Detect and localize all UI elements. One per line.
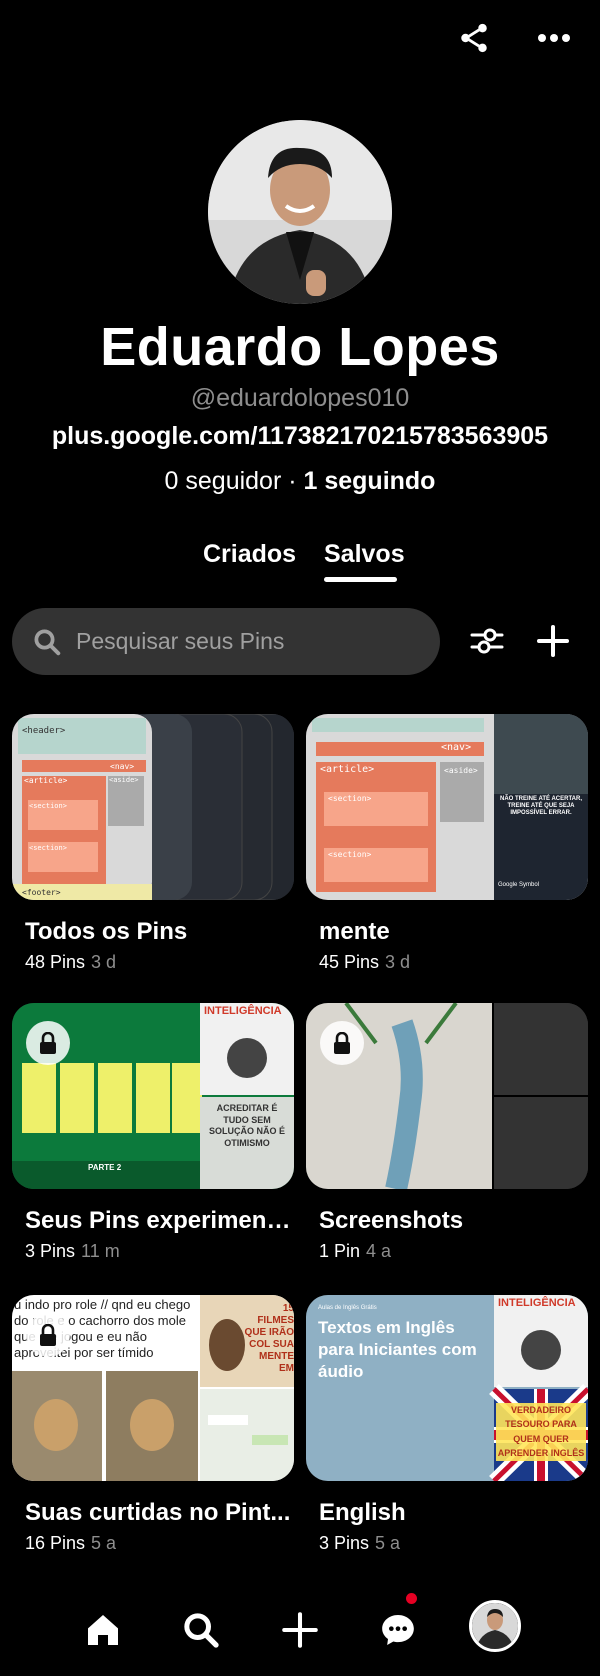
board-screenshots[interactable]: Screenshots 1 Pin 4 a [306, 1003, 588, 1262]
cover-text: <section> [29, 802, 67, 810]
board-suas-curtidas[interactable]: u indo pro role // qnd eu chego do role … [12, 1295, 294, 1554]
board-title: English [319, 1499, 406, 1526]
board-meta: 48 Pins 3 d [25, 952, 294, 973]
board-updated: 4 a [366, 1241, 392, 1261]
cover-text: PARTE 2 [88, 1163, 122, 1172]
cover-text: <header> [22, 726, 66, 736]
board-title: Todos os Pins [25, 918, 188, 945]
board-title: mente [319, 918, 390, 945]
board-title: Suas curtidas no Pint... [25, 1499, 291, 1526]
top-bar [0, 0, 600, 76]
cover-text: <aside> [109, 776, 139, 784]
board-cover[interactable]: <header> <nav> <article> <aside> <sectio… [12, 714, 294, 900]
tab-selected-indicator [324, 577, 397, 582]
board-cover[interactable]: INTELIGÊNCIA PARTE 2 ACREDITAR É TUDO SE… [12, 1003, 294, 1189]
board-updated: 11 m [81, 1241, 120, 1261]
board-pin-count: 3 Pins [319, 1533, 370, 1553]
cover-text: INTELIGÊNCIA [498, 1297, 576, 1309]
follow-separator: · [281, 467, 304, 495]
board-todos-os-pins[interactable]: <header> <nav> <article> <aside> <sectio… [12, 714, 294, 973]
plus-icon [537, 625, 569, 657]
plus-icon[interactable] [274, 1604, 326, 1656]
cover-text: <nav> [110, 762, 135, 771]
bottom-navigation [0, 1586, 600, 1676]
profile-tabs: Criados Salvos [0, 540, 600, 590]
more-icon[interactable] [532, 16, 576, 60]
board-cover[interactable]: u indo pro role // qnd eu chego do role … [12, 1295, 294, 1481]
followers-count[interactable]: 0 seguidor [165, 467, 282, 495]
board-meta: 45 Pins 3 d [319, 952, 588, 973]
share-icon[interactable] [452, 16, 496, 60]
following-count[interactable]: 1 seguindo [304, 467, 436, 495]
lock-icon [26, 1021, 70, 1065]
notification-dot [406, 1593, 417, 1604]
cover-text: Textos em Inglês para Iniciantes com áud… [318, 1318, 477, 1382]
board-pin-count: 1 Pin [319, 1241, 361, 1261]
profile-avatar-nav[interactable] [469, 1600, 521, 1652]
cover-text: <article> [24, 776, 68, 785]
lock-icon [26, 1313, 70, 1357]
lock-icon [320, 1021, 364, 1065]
board-updated: 5 a [375, 1533, 401, 1553]
board-english[interactable]: Aulas de Inglês Grátis Textos em Inglês … [306, 1295, 588, 1554]
cover-text: Aulas de Inglês Grátis [318, 1305, 377, 1311]
cover-text: Google Symbol [498, 882, 540, 888]
board-pin-count: 45 Pins [319, 952, 380, 972]
profile-name: Eduardo Lopes [100, 317, 500, 377]
board-pin-count: 16 Pins [25, 1533, 86, 1553]
cover-text: VERDADEIRO TESOURO PARA QUEM QUER APREND… [496, 1403, 586, 1461]
cover-text: <aside> [444, 766, 478, 775]
board-cover[interactable]: <nav> <article> <aside> <section> <secti… [306, 714, 588, 900]
board-title: Screenshots [319, 1207, 464, 1234]
search-bar[interactable] [12, 608, 440, 675]
board-meta: 16 Pins 5 a [25, 1533, 294, 1554]
cover-text: NÃO TREINE ATÉ ACERTAR, TREINE ATÉ QUE S… [500, 796, 582, 817]
board-seus-pins-experimentais[interactable]: INTELIGÊNCIA PARTE 2 ACREDITAR É TUDO SE… [12, 1003, 294, 1262]
search-icon [34, 629, 61, 655]
board-cover[interactable]: Aulas de Inglês Grátis Textos em Inglês … [306, 1295, 588, 1481]
board-meta: 1 Pin 4 a [319, 1241, 588, 1262]
tab-salvos[interactable]: Salvos [324, 540, 405, 569]
cover-text: <section> [328, 850, 372, 859]
search-icon[interactable] [175, 1604, 227, 1656]
home-icon[interactable] [77, 1604, 129, 1656]
board-updated: 5 a [91, 1533, 117, 1553]
cover-text: <section> [29, 844, 67, 852]
board-meta: 3 Pins 5 a [319, 1533, 588, 1554]
filter-icon[interactable] [462, 616, 512, 666]
profile-handle: @eduardolopes010 [190, 384, 410, 412]
cover-text: <article> [320, 764, 375, 775]
add-board-button[interactable] [528, 616, 578, 666]
board-pin-count: 48 Pins [25, 952, 86, 972]
profile-avatar[interactable] [208, 120, 392, 304]
profile-website-link[interactable]: plus.google.com/117382170215783563905 [0, 422, 600, 451]
board-pin-count: 3 Pins [25, 1241, 76, 1261]
cover-text: 15 FILMES QUE IRÃO COL SUA MENTE EM [244, 1303, 294, 1374]
board-meta: 3 Pins 11 m [25, 1241, 294, 1262]
cover-text: <nav> [441, 742, 472, 753]
board-mente[interactable]: <nav> <article> <aside> <section> <secti… [306, 714, 588, 973]
cover-text: <footer> [22, 888, 61, 897]
search-input[interactable] [76, 628, 406, 655]
board-updated: 3 d [91, 952, 117, 972]
chat-icon[interactable] [372, 1604, 424, 1656]
follow-stats[interactable]: 0 seguidor · 1 seguindo [0, 467, 600, 496]
cover-text: ACREDITAR É TUDO SEM SOLUÇÃO NÃO É OTIMI… [208, 1103, 285, 1149]
cover-text: <section> [328, 794, 372, 803]
board-cover[interactable] [306, 1003, 588, 1189]
board-title: Seus Pins experiment... [25, 1207, 293, 1234]
tab-criados[interactable]: Criados [203, 540, 296, 569]
board-updated: 3 d [385, 952, 411, 972]
cover-text: INTELIGÊNCIA [204, 1005, 282, 1017]
